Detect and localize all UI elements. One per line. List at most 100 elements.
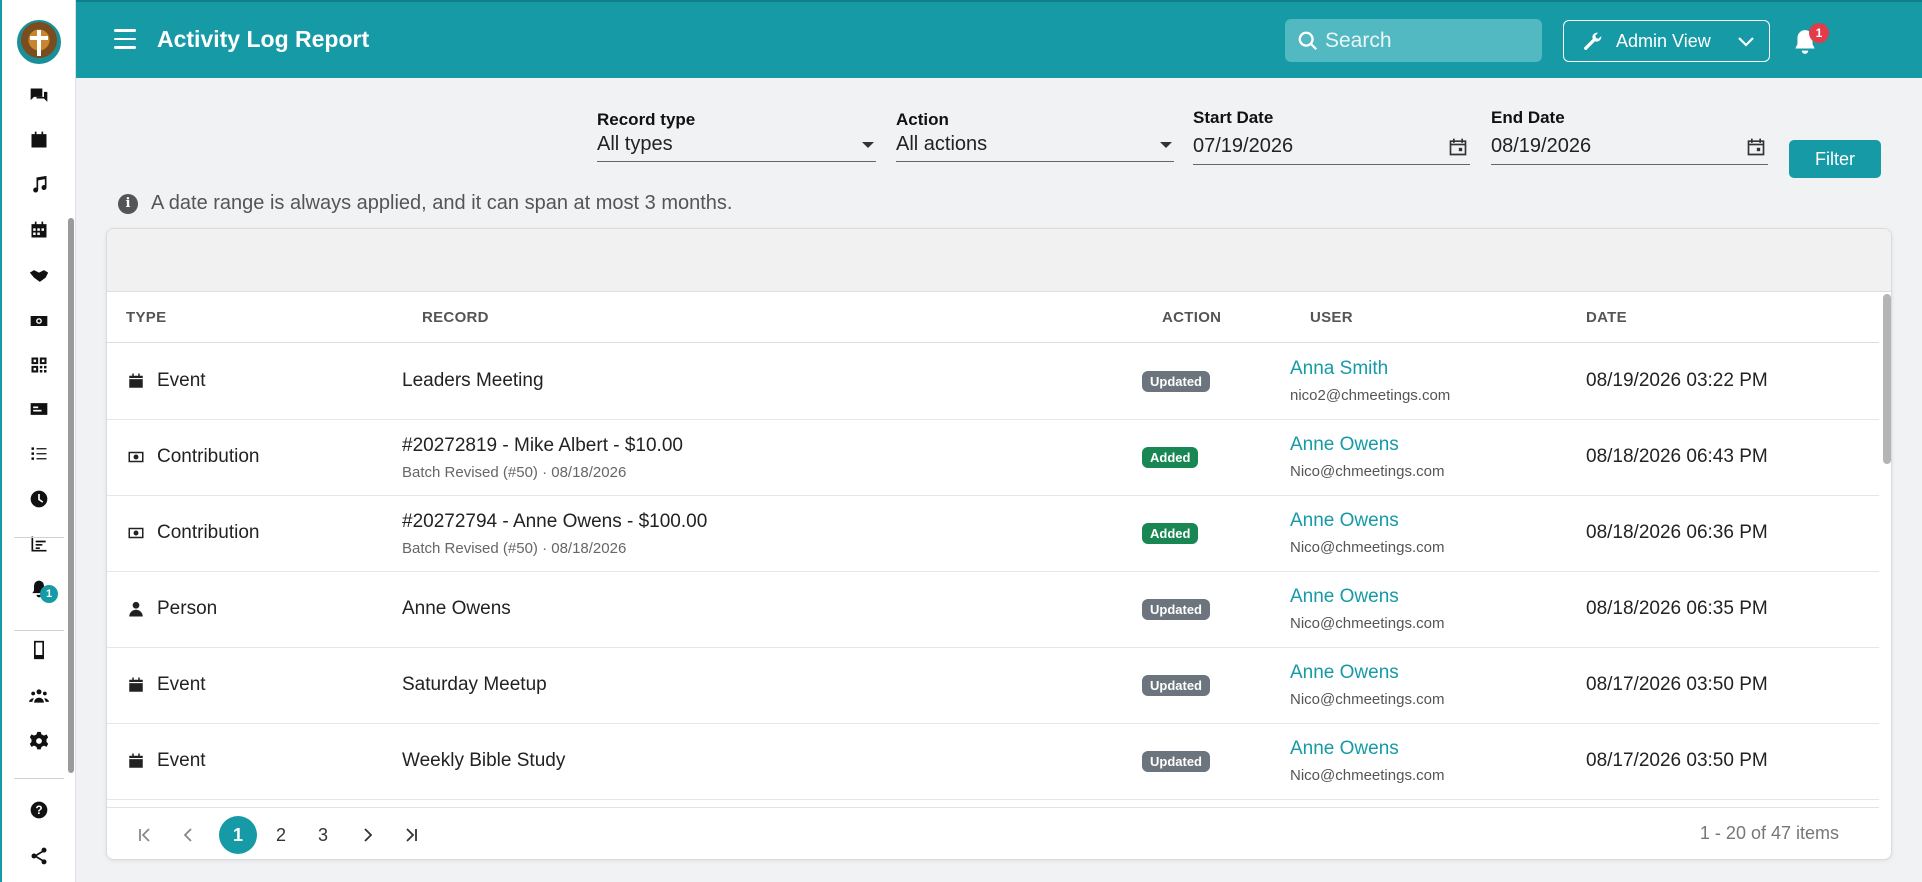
user-email: Nico@chmeetings.com [1290,615,1445,632]
calendar-grid-icon[interactable] [27,218,51,242]
user-link[interactable]: Anna Smith [1290,358,1388,380]
hamburger-menu-icon[interactable] [114,29,136,49]
table-row[interactable]: Contribution #20272819 - Mike Albert - $1… [107,420,1879,496]
table-row[interactable]: Contribution #20272794 - Anne Owens - $10… [107,496,1879,572]
action-badge: Added [1142,447,1199,468]
user-link[interactable]: Anne Owens [1290,434,1399,456]
action-badge: Updated [1142,675,1210,696]
grid-toolbar [107,229,1891,292]
page-3-button[interactable]: 3 [309,821,337,849]
info-icon: i [118,193,138,214]
groups-icon[interactable] [27,684,51,708]
money-icon[interactable] [27,309,51,333]
sidebar-divider [14,778,64,779]
action-select[interactable]: All actions [896,130,1174,162]
end-date-input[interactable]: 08/19/2026 [1491,128,1768,165]
record-title: Weekly Bible Study [402,750,566,771]
action-badge: Added [1142,523,1199,544]
date-cell: 08/18/2026 06:35 PM [1586,598,1768,619]
type-cell: Event [127,674,206,696]
column-header-user[interactable]: USER [1310,309,1353,326]
user-email: Nico@chmeetings.com [1290,767,1445,784]
checklist-icon[interactable] [27,442,51,466]
calendar-picker-icon[interactable] [1746,137,1766,157]
sidebar-scrollbar[interactable] [68,218,74,773]
start-date-input[interactable]: 07/19/2026 [1193,128,1470,165]
chevron-left-icon [183,828,192,842]
action-value: All actions [896,133,988,155]
calendar-icon[interactable] [27,128,51,152]
search-box[interactable] [1285,19,1542,62]
date-cell: 08/18/2026 06:43 PM [1586,446,1768,467]
chevron-right-icon [364,828,373,842]
search-icon [1298,31,1318,51]
sidebar-notification-badge: 1 [40,585,58,603]
date-cell: 08/19/2026 03:22 PM [1586,370,1768,391]
calendar-icon [127,752,157,770]
user-link[interactable]: Anne Owens [1290,510,1399,532]
qr-code-icon[interactable] [27,353,51,377]
first-page-button[interactable] [131,821,159,849]
column-header-action[interactable]: ACTION [1162,309,1221,326]
type-cell: Event [127,370,206,392]
calendar-picker-icon[interactable] [1448,137,1468,157]
id-card-icon[interactable] [27,397,51,421]
table-row[interactable]: Event Leaders Meeting Updated Anna Smith nic… [107,344,1879,420]
last-page-button[interactable] [397,821,425,849]
top-header: Activity Log Report Admin View 1 ? [76,0,1922,78]
share-icon[interactable] [27,844,51,868]
money-icon [127,448,157,466]
money-icon [127,524,157,542]
user-email: Nico@chmeetings.com [1290,691,1445,708]
handshake-icon[interactable] [27,264,51,288]
record-subtitle: Batch Revised (#50) · 08/18/2026 [402,464,627,481]
table-row[interactable]: Event Saturday Meetup Updated Anne Owens Nic… [107,648,1879,724]
gear-icon[interactable] [27,729,51,753]
record-title: Anne Owens [402,598,511,619]
mobile-icon[interactable] [27,638,51,662]
admin-view-button[interactable]: Admin View [1563,20,1770,62]
column-header-record[interactable]: RECORD [422,309,489,326]
chat-icon[interactable] [27,84,51,108]
report-icon[interactable] [27,532,51,556]
last-page-icon [406,828,417,842]
date-range-note: i A date range is always applied, and it… [118,192,732,215]
page-2-button[interactable]: 2 [267,821,295,849]
user-link[interactable]: Anne Owens [1290,738,1399,760]
record-type-label: Record type [597,110,696,129]
dropdown-caret-icon [862,142,874,148]
column-header-date[interactable]: DATE [1586,309,1627,326]
action-badge: Updated [1142,751,1210,772]
user-email: nico2@chmeetings.com [1290,387,1451,404]
previous-page-button[interactable] [175,821,203,849]
next-page-button[interactable] [353,821,381,849]
wrench-icon [1584,32,1602,50]
record-type-select[interactable]: All types [597,130,876,162]
help-icon[interactable]: ? [27,798,51,822]
column-header-type[interactable]: TYPE [126,309,166,326]
music-icon[interactable] [27,173,51,197]
church-logo[interactable] [17,20,61,64]
type-label: Contribution [157,446,260,467]
start-date-value: 07/19/2026 [1193,135,1294,157]
type-label: Event [157,674,206,695]
table-header: TYPE RECORD ACTION USER DATE [107,292,1879,343]
page-1-button[interactable]: 1 [219,816,257,854]
record-title: #20272794 - Anne Owens - $100.00 [402,511,708,532]
record-title: Saturday Meetup [402,674,547,695]
search-input[interactable] [1325,25,1530,56]
clock-icon[interactable] [27,487,51,511]
table-row[interactable]: Event Weekly Bible Study Updated Anne Owens… [107,724,1879,800]
pager: 1 2 3 1 - 20 of 47 items [107,807,1879,859]
action-badge: Updated [1142,371,1210,392]
table-scrollbar[interactable] [1883,294,1891,464]
dropdown-caret-icon [1160,142,1172,148]
person-icon [127,600,157,618]
table-row[interactable]: Person Anne Owens Updated Anne Owens Nico@ch… [107,572,1879,648]
type-cell: Contribution [127,446,259,468]
filter-button[interactable]: Filter [1789,140,1881,178]
sidebar-divider [14,630,64,631]
user-link[interactable]: Anne Owens [1290,662,1399,684]
user-email: Nico@chmeetings.com [1290,539,1445,556]
user-link[interactable]: Anne Owens [1290,586,1399,608]
